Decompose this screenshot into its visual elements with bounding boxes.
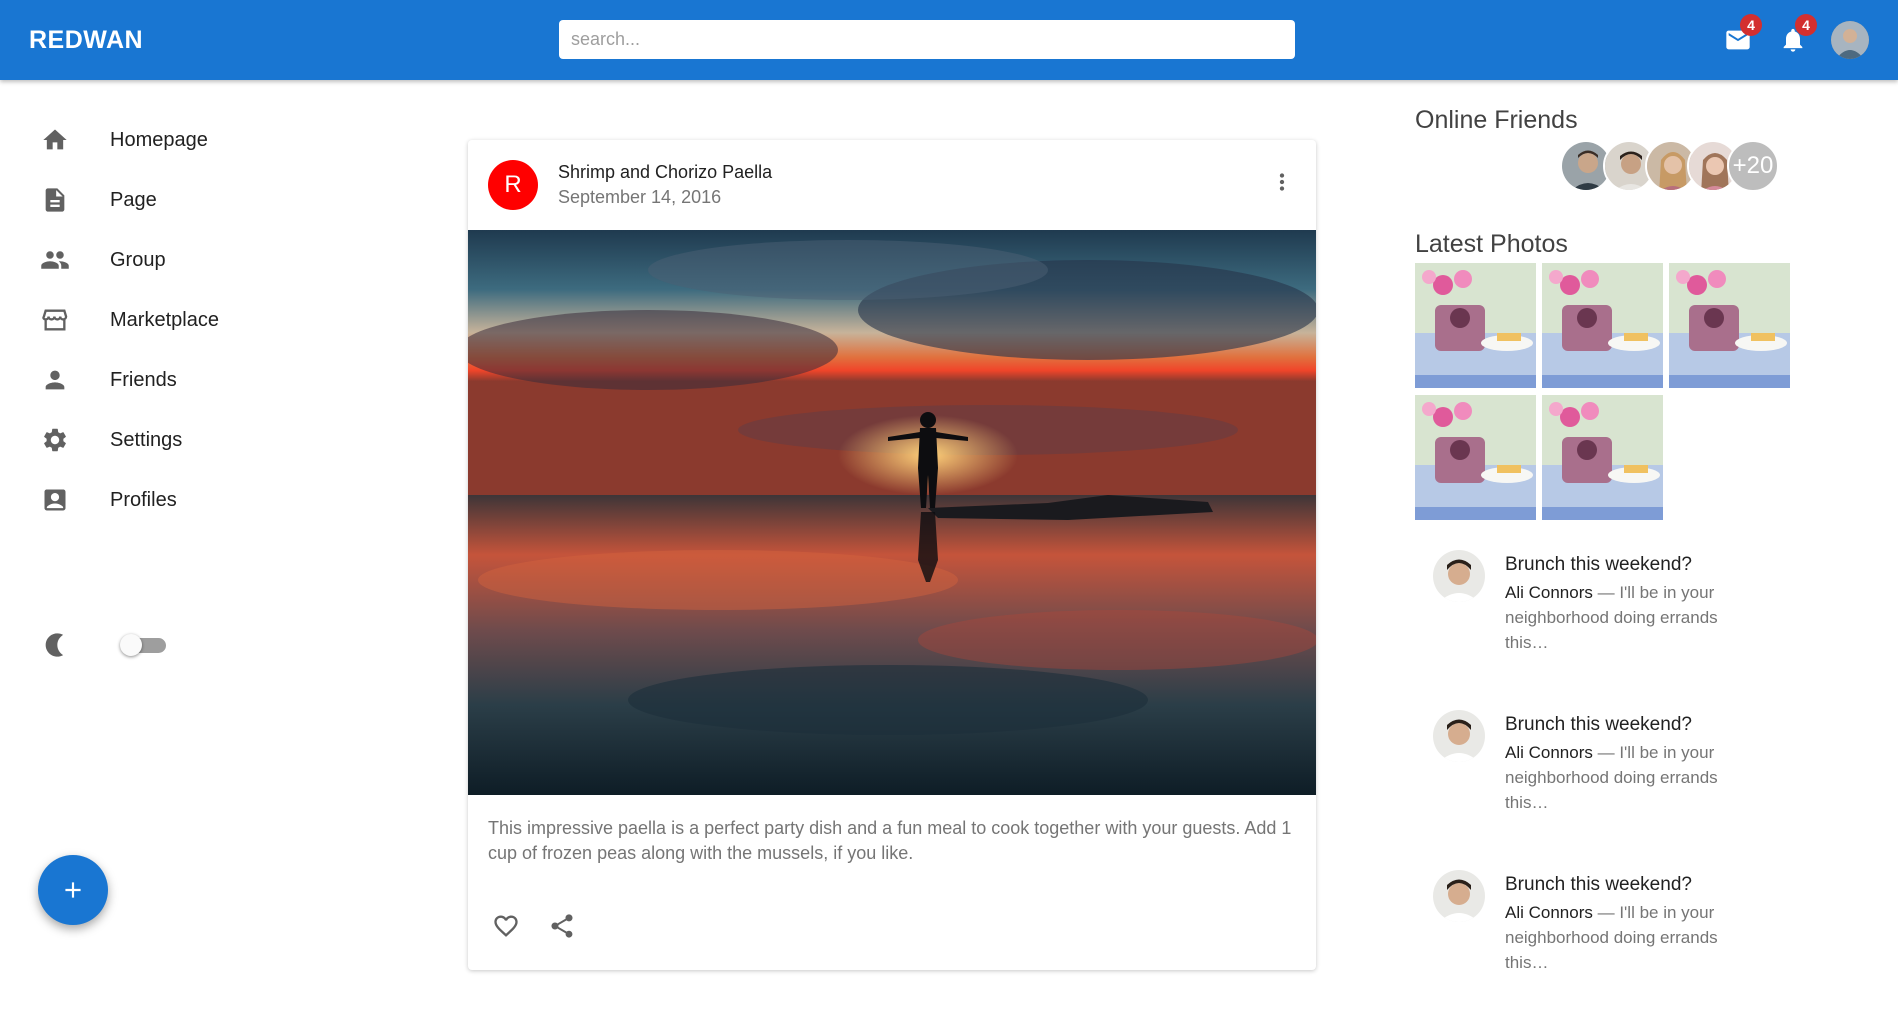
- sidebar-item-page[interactable]: Page: [0, 170, 320, 230]
- sidebar-item-label: Marketplace: [110, 308, 219, 331]
- mail-badge: 4: [1740, 14, 1762, 36]
- latest-photo[interactable]: [1415, 395, 1536, 520]
- message-avatar: [1433, 550, 1485, 602]
- post-date: September 14, 2016: [558, 187, 722, 207]
- favorite-button[interactable]: [488, 908, 524, 944]
- user-avatar[interactable]: [1831, 21, 1869, 59]
- sidebar-item-marketplace[interactable]: Marketplace: [0, 290, 320, 350]
- search-input[interactable]: [559, 20, 1295, 59]
- message-avatar: [1433, 870, 1485, 922]
- message-sender: Ali Connors: [1505, 743, 1593, 762]
- more-friends-count[interactable]: +20: [1727, 140, 1779, 192]
- gear-icon: [40, 425, 70, 455]
- latest-photo[interactable]: [1669, 263, 1790, 388]
- latest-photo[interactable]: [1542, 395, 1663, 520]
- storefront-icon: [40, 305, 70, 335]
- latest-photo[interactable]: [1415, 263, 1536, 388]
- plus-icon: [65, 882, 81, 898]
- user-avatar-image: [1831, 21, 1869, 59]
- message-avatar: [1433, 710, 1485, 762]
- post-avatar[interactable]: R: [488, 160, 538, 210]
- sidebar-item-friends[interactable]: Friends: [0, 350, 320, 410]
- post-body: This impressive paella is a perfect part…: [488, 818, 1292, 863]
- sidebar-item-homepage[interactable]: Homepage: [0, 110, 320, 170]
- share-icon: [551, 914, 573, 938]
- add-button[interactable]: [38, 855, 108, 925]
- dark-mode-toggle[interactable]: [120, 634, 168, 656]
- message-sender: Ali Connors: [1505, 583, 1593, 602]
- group-icon: [40, 245, 70, 275]
- notifications-button[interactable]: 4: [1775, 14, 1817, 58]
- article-icon: [40, 185, 70, 215]
- post-image[interactable]: [468, 230, 1316, 795]
- message-item[interactable]: Brunch this weekend? Ali Connors — I'll …: [1433, 870, 1773, 1010]
- latest-photos-title: Latest Photos: [1415, 230, 1568, 258]
- sidebar-item-label: Settings: [110, 428, 183, 451]
- app-bar: REDWAN 4 4: [0, 0, 1898, 80]
- online-friends-title: Online Friends: [1415, 106, 1578, 134]
- message-sender: Ali Connors: [1505, 903, 1593, 922]
- message-title: Brunch this weekend?: [1505, 874, 1692, 895]
- person-icon: [40, 365, 70, 395]
- dark-mode-row: [0, 610, 320, 680]
- message-preview: Ali Connors — I'll be in your neighborho…: [1505, 740, 1755, 815]
- sidebar-item-label: Page: [110, 188, 157, 211]
- latest-photo[interactable]: [1542, 263, 1663, 388]
- notification-badge: 4: [1795, 14, 1817, 36]
- moon-icon: [40, 630, 70, 660]
- more-options-button[interactable]: [1268, 168, 1296, 196]
- message-preview: Ali Connors — I'll be in your neighborho…: [1505, 580, 1755, 655]
- message-item[interactable]: Brunch this weekend? Ali Connors — I'll …: [1433, 550, 1773, 690]
- home-icon: [40, 125, 70, 155]
- message-preview: Ali Connors — I'll be in your neighborho…: [1505, 900, 1755, 975]
- toggle-thumb: [120, 634, 142, 656]
- sidebar-item-label: Homepage: [110, 128, 208, 151]
- account-box-icon: [40, 485, 70, 515]
- app-logo[interactable]: REDWAN: [29, 26, 143, 55]
- post-card: R Shrimp and Chorizo Paella September 14…: [468, 140, 1316, 970]
- sidebar-item-profiles[interactable]: Profiles: [0, 470, 320, 530]
- sidebar-item-label: Group: [110, 248, 166, 271]
- share-button[interactable]: [544, 908, 580, 944]
- message-item[interactable]: Brunch this weekend? Ali Connors — I'll …: [1433, 710, 1773, 850]
- message-title: Brunch this weekend?: [1505, 714, 1692, 735]
- more-vert-icon: [1279, 173, 1285, 191]
- sidebar-item-settings[interactable]: Settings: [0, 410, 320, 470]
- sidebar: Homepage Page Group Marketplace Friends …: [0, 80, 360, 950]
- mail-button[interactable]: 4: [1720, 14, 1762, 58]
- right-bar: Online Friends +20 Latest Photos Brunch …: [1415, 80, 1898, 972]
- sidebar-item-label: Profiles: [110, 488, 177, 511]
- favorite-icon: [494, 915, 518, 937]
- sidebar-item-label: Friends: [110, 368, 177, 391]
- message-title: Brunch this weekend?: [1505, 554, 1692, 575]
- post-title: Shrimp and Chorizo Paella: [558, 162, 773, 182]
- sidebar-item-group[interactable]: Group: [0, 230, 320, 290]
- sunset-silhouette-image: [468, 230, 1316, 795]
